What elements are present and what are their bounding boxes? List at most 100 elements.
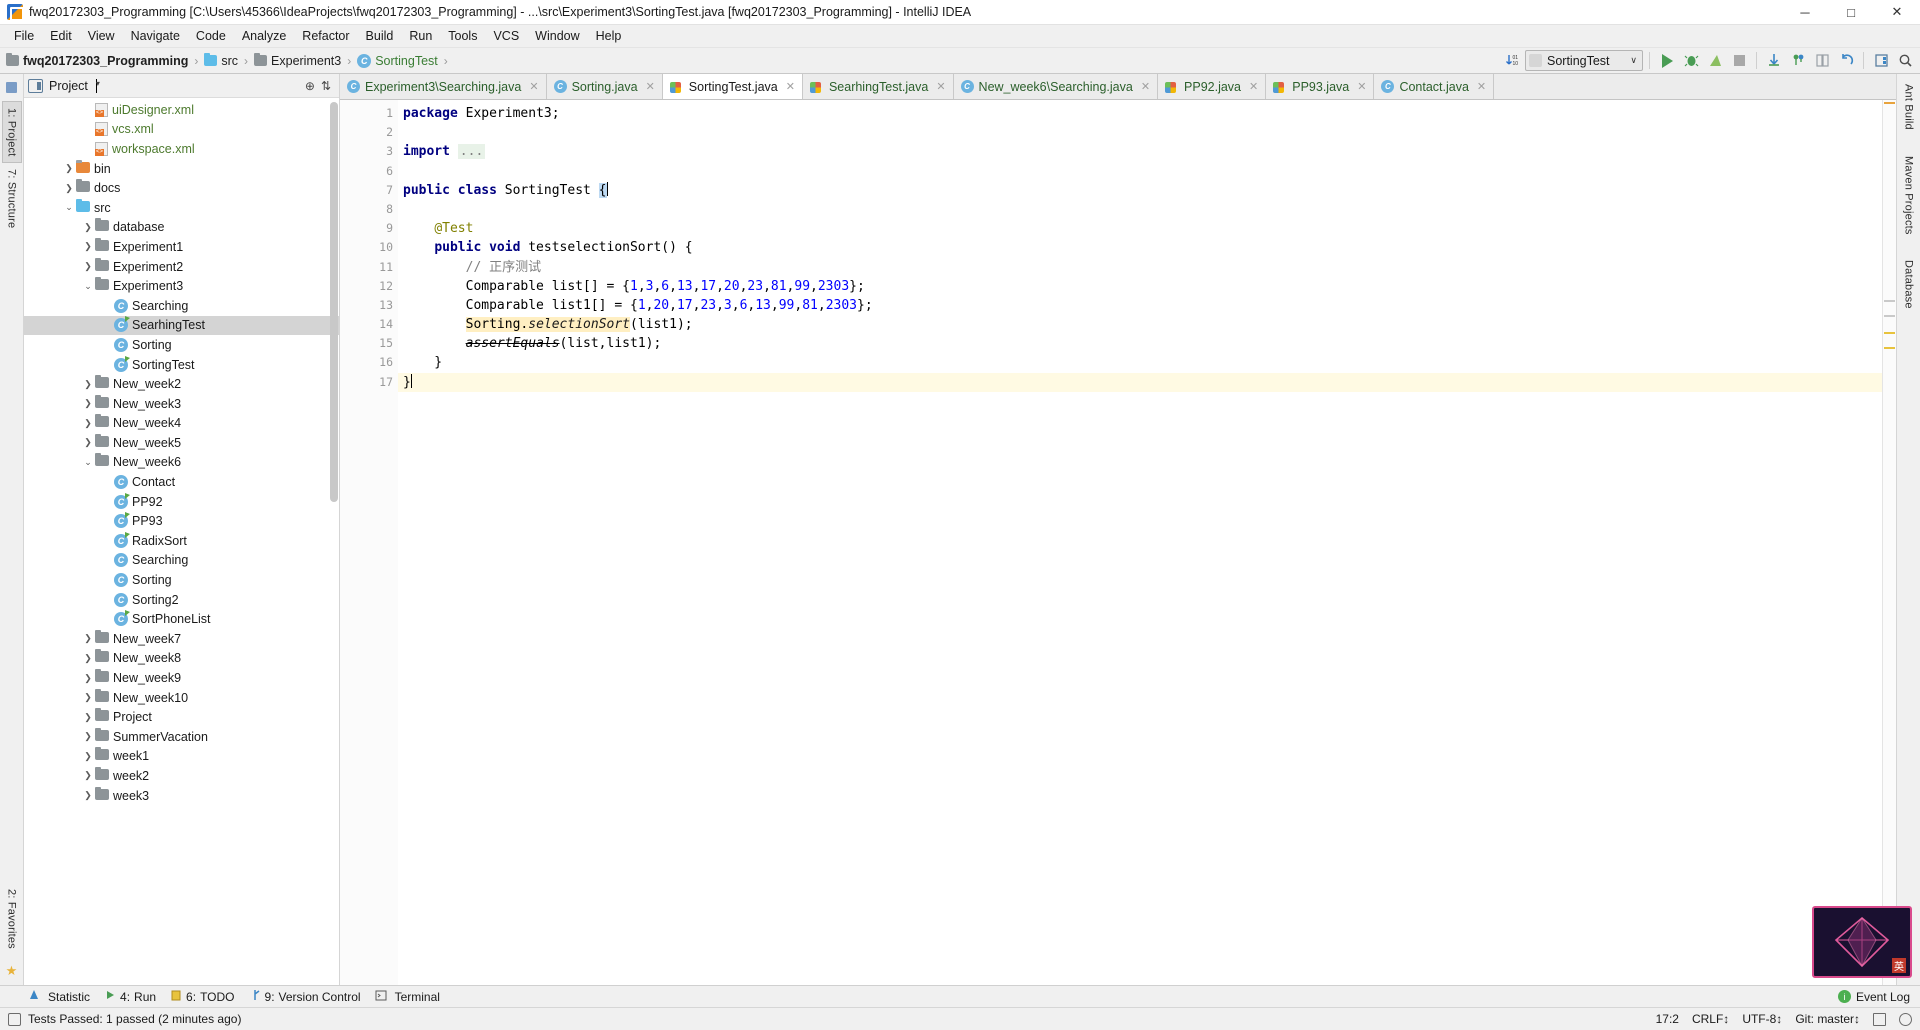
- stop-button[interactable]: [1728, 50, 1750, 72]
- tree-node-sortphonelist[interactable]: C SortPhoneList: [24, 609, 339, 629]
- code-line-6[interactable]: [398, 162, 1882, 181]
- tree-node-experiment3[interactable]: ⌄ Experiment3: [24, 276, 339, 296]
- chevron-right-icon[interactable]: ❯: [81, 261, 95, 272]
- tree-node-pp92[interactable]: C PP92: [24, 492, 339, 512]
- code-line-8[interactable]: [398, 200, 1882, 219]
- chevron-right-icon[interactable]: ❯: [81, 379, 95, 390]
- menu-item-view[interactable]: View: [80, 26, 123, 46]
- menu-item-tools[interactable]: Tools: [440, 26, 485, 46]
- tree-node-sortingtest[interactable]: C SortingTest: [24, 355, 339, 375]
- chevron-down-icon[interactable]: ⌄: [62, 202, 76, 213]
- tool-window-statistic[interactable]: Statistic: [28, 989, 90, 1004]
- tree-node-new-week2[interactable]: ❯ New_week2: [24, 374, 339, 394]
- debug-button[interactable]: [1680, 50, 1702, 72]
- menu-item-code[interactable]: Code: [188, 26, 234, 46]
- run-with-coverage-button[interactable]: [1704, 50, 1726, 72]
- chevron-right-icon[interactable]: ❯: [81, 673, 95, 684]
- tool-window-terminal[interactable]: Terminal: [375, 989, 440, 1004]
- chevron-right-icon[interactable]: ❯: [81, 653, 95, 664]
- sidebar-item-project[interactable]: 1: Project: [1, 101, 22, 164]
- sidebar-item-database[interactable]: Database: [1900, 254, 1918, 315]
- close-icon[interactable]: ✕: [529, 80, 538, 93]
- tree-node-contact[interactable]: C Contact: [24, 472, 339, 492]
- ime-indicator-widget[interactable]: 英: [1812, 906, 1912, 978]
- tree-node-searching[interactable]: C Searching: [24, 296, 339, 316]
- chevron-right-icon[interactable]: ❯: [81, 751, 95, 762]
- editor-tab-pp93-java[interactable]: PP93.java ✕: [1266, 74, 1375, 99]
- encoding-selector[interactable]: UTF-8↕: [1742, 1012, 1782, 1026]
- close-icon[interactable]: ✕: [1141, 80, 1150, 93]
- code-line-1[interactable]: package Experiment3;: [398, 104, 1882, 123]
- close-icon[interactable]: ✕: [936, 80, 945, 93]
- maximize-button[interactable]: □: [1828, 0, 1874, 24]
- search-everywhere-button[interactable]: [1894, 50, 1916, 72]
- rollback-button[interactable]: [1835, 50, 1857, 72]
- tree-node-radixsort[interactable]: C RadixSort: [24, 531, 339, 551]
- editor-tab-sortingtest-java[interactable]: SortingTest.java ✕: [662, 74, 803, 99]
- tree-node-bin[interactable]: ❯ bin: [24, 159, 339, 179]
- tree-node-new-week7[interactable]: ❯ New_week7: [24, 629, 339, 649]
- chevron-right-icon[interactable]: ❯: [81, 770, 95, 781]
- project-tree-scrollbar[interactable]: [330, 102, 338, 502]
- chevron-down-icon[interactable]: ▾: [95, 78, 100, 93]
- code-content[interactable]: package Experiment3; import ... public cla…: [398, 100, 1882, 985]
- tree-node-pp93[interactable]: C PP93: [24, 511, 339, 531]
- editor-tab-experiment3-searching-java[interactable]: C Experiment3\Searching.java ✕: [340, 74, 547, 99]
- menu-item-vcs[interactable]: VCS: [485, 26, 527, 46]
- tree-node-docs[interactable]: ❯ docs: [24, 178, 339, 198]
- menu-item-file[interactable]: File: [6, 26, 42, 46]
- breadcrumb-item-sortingtest[interactable]: C SortingTest: [355, 53, 440, 69]
- code-line-7[interactable]: public class SortingTest {: [398, 181, 1882, 200]
- editor-tab-searhingtest-java[interactable]: SearhingTest.java ✕: [802, 74, 954, 99]
- close-icon[interactable]: ✕: [786, 80, 795, 93]
- tree-node-searhingtest[interactable]: C SearhingTest: [24, 315, 339, 336]
- code-line-11[interactable]: // 正序测试: [398, 258, 1882, 277]
- editor-tab-pp92-java[interactable]: PP92.java ✕: [1158, 74, 1267, 99]
- tree-node-new-week5[interactable]: ❯ New_week5: [24, 433, 339, 453]
- chevron-right-icon[interactable]: ❯: [62, 163, 76, 174]
- menu-item-refactor[interactable]: Refactor: [294, 26, 357, 46]
- tree-node-sorting[interactable]: C Sorting: [24, 570, 339, 590]
- tree-node-new-week10[interactable]: ❯ New_week10: [24, 688, 339, 708]
- tree-node-uidesigner-xml[interactable]: uiDesigner.xml: [24, 100, 339, 120]
- tree-node-summervacation[interactable]: ❯ SummerVacation: [24, 727, 339, 747]
- tool-window-version-control[interactable]: 9: Version Control: [249, 989, 361, 1004]
- code-line-2[interactable]: [398, 123, 1882, 142]
- editor-tab-contact-java[interactable]: C Contact.java ✕: [1374, 74, 1495, 99]
- tree-node-experiment2[interactable]: ❯ Experiment2: [24, 257, 339, 277]
- menu-item-window[interactable]: Window: [527, 26, 587, 46]
- code-line-12[interactable]: Comparable list[] = {1,3,6,13,17,20,23,8…: [398, 277, 1882, 296]
- tool-window-todo[interactable]: 6: TODO: [170, 989, 235, 1004]
- breadcrumb-item-src[interactable]: src: [202, 53, 240, 69]
- menu-item-help[interactable]: Help: [588, 26, 630, 46]
- chevron-right-icon[interactable]: ❯: [81, 241, 95, 252]
- code-line-16[interactable]: }: [398, 353, 1882, 372]
- tree-node-workspace-xml[interactable]: workspace.xml: [24, 139, 339, 159]
- breadcrumb-item-experiment3[interactable]: Experiment3: [252, 53, 343, 69]
- chevron-right-icon[interactable]: ❯: [81, 692, 95, 703]
- run-configuration-selector[interactable]: SortingTest ∨: [1525, 50, 1643, 71]
- chevron-right-icon[interactable]: ❯: [81, 437, 95, 448]
- code-line-17[interactable]: }: [398, 372, 1882, 392]
- locate-icon[interactable]: ⊕: [305, 79, 315, 93]
- layout-button[interactable]: [1870, 50, 1892, 72]
- close-button[interactable]: ✕: [1874, 0, 1920, 24]
- sidebar-item-structure[interactable]: 7: Structure: [3, 163, 21, 234]
- editor-tab-sorting-java[interactable]: C Sorting.java ✕: [546, 74, 663, 99]
- chevron-down-icon[interactable]: ⌄: [81, 281, 95, 292]
- tool-window-run[interactable]: 4: Run: [104, 989, 156, 1004]
- chevron-down-icon[interactable]: ⌄: [81, 457, 95, 468]
- tree-node-project[interactable]: ❯ Project: [24, 707, 339, 727]
- code-line-14[interactable]: Sorting.selectionSort(list1);: [398, 315, 1882, 334]
- sidebar-item-maven[interactable]: Maven Projects: [1900, 150, 1918, 241]
- tree-node-new-week4[interactable]: ❯ New_week4: [24, 414, 339, 434]
- update-project-button[interactable]: [1763, 50, 1785, 72]
- caret-position[interactable]: 17:2: [1656, 1012, 1679, 1026]
- menu-item-run[interactable]: Run: [401, 26, 440, 46]
- code-line-13[interactable]: Comparable list1[] = {1,20,17,23,3,6,13,…: [398, 296, 1882, 315]
- tree-node-searching[interactable]: C Searching: [24, 551, 339, 571]
- editor-gutter[interactable]: 123+678910−111213141516−17: [340, 100, 432, 985]
- chevron-right-icon[interactable]: ❯: [81, 398, 95, 409]
- lock-icon[interactable]: [1873, 1012, 1886, 1026]
- code-line-15[interactable]: assertEquals(list,list1);: [398, 334, 1882, 353]
